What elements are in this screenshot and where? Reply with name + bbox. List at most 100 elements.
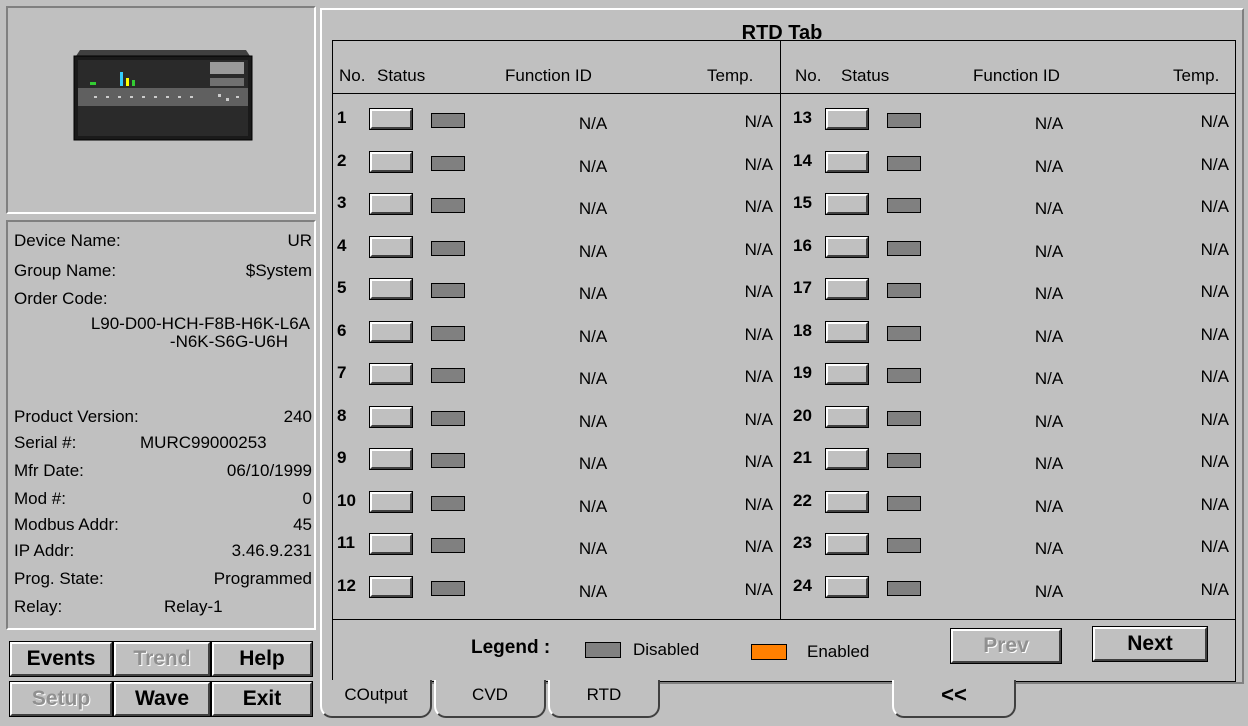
- rtd-status-button[interactable]: [825, 151, 869, 173]
- rtd-status-indicator: [431, 198, 465, 213]
- trend-button[interactable]: Trend: [113, 641, 211, 677]
- wave-button[interactable]: Wave: [113, 681, 211, 717]
- tab-cvd[interactable]: CVD: [434, 680, 546, 718]
- modbus-value: 45: [293, 515, 312, 534]
- rtd-status-indicator: [887, 326, 921, 341]
- rtd-number: 20: [793, 406, 812, 425]
- rtd-status-button[interactable]: [825, 236, 869, 258]
- header-status-left: Status: [377, 66, 426, 85]
- rtd-status-indicator: [887, 453, 921, 468]
- prev-button[interactable]: Prev: [950, 628, 1062, 664]
- rtd-status-indicator: [887, 283, 921, 298]
- rtd-number: 17: [793, 278, 812, 297]
- rtd-status-button[interactable]: [825, 321, 869, 343]
- rtd-status-indicator: [431, 283, 465, 298]
- mfr-date-value: 06/10/1999: [226, 461, 312, 480]
- rtd-row: 22 N/A N/A: [789, 490, 1235, 520]
- legend-disabled-swatch: [585, 642, 621, 658]
- rtd-function-id: N/A: [1034, 242, 1064, 261]
- rtd-row: 1 N/A N/A: [333, 107, 779, 137]
- rtd-function-id: N/A: [578, 454, 608, 473]
- rtd-row: 10 N/A N/A: [333, 490, 779, 520]
- rtd-status-indicator: [887, 113, 921, 128]
- rtd-status-button[interactable]: [369, 491, 413, 513]
- rtd-function-id: N/A: [1034, 284, 1064, 303]
- rtd-temp: N/A: [744, 282, 773, 301]
- rtd-status-button[interactable]: [825, 406, 869, 428]
- relay-row: Relay: Relay-1: [14, 596, 312, 618]
- rtd-function-id: N/A: [578, 284, 608, 303]
- mfr-date-row: Mfr Date: 06/10/1999: [14, 460, 312, 482]
- rtd-row: 14 N/A N/A: [789, 150, 1235, 180]
- rtd-status-button[interactable]: [369, 363, 413, 385]
- exit-button[interactable]: Exit: [211, 681, 313, 717]
- collapse-button[interactable]: <<: [892, 680, 1016, 718]
- rtd-row: 23 N/A N/A: [789, 532, 1235, 562]
- ip-row: IP Addr: 3.46.9.231: [14, 540, 312, 562]
- rtd-status-button[interactable]: [369, 576, 413, 598]
- rtd-status-button[interactable]: [825, 533, 869, 555]
- next-button[interactable]: Next: [1092, 626, 1208, 662]
- rtd-function-id: N/A: [578, 114, 608, 133]
- rtd-function-id: N/A: [1034, 497, 1064, 516]
- tab-coutput[interactable]: COutput: [320, 680, 432, 718]
- tab-rtd[interactable]: RTD: [548, 680, 660, 718]
- rtd-row: 13 N/A N/A: [789, 107, 1235, 137]
- rtd-temp: N/A: [1200, 367, 1229, 386]
- mod-row: Mod #: 0: [14, 488, 312, 510]
- rtd-status-button[interactable]: [825, 363, 869, 385]
- help-button[interactable]: Help: [211, 641, 313, 677]
- rtd-temp: N/A: [744, 155, 773, 174]
- header-no-right: No.: [795, 66, 822, 85]
- order-code-row: Order Code:: [14, 288, 312, 310]
- rtd-rows-left: 1 N/A N/A 2 N/A N/A 3 N/A N/A 4 N/A N/A 5 N/A N/A 6 N/A N…: [333, 107, 779, 617]
- rtd-status-button[interactable]: [369, 236, 413, 258]
- device-name-label: Device Name:: [14, 231, 121, 250]
- rtd-row: 16 N/A N/A: [789, 235, 1235, 265]
- rtd-temp: N/A: [1200, 410, 1229, 429]
- rtd-status-button[interactable]: [369, 406, 413, 428]
- rtd-status-button[interactable]: [825, 278, 869, 300]
- rtd-function-id: N/A: [1034, 539, 1064, 558]
- rtd-status-button[interactable]: [825, 108, 869, 130]
- legend-label: Legend :: [471, 637, 551, 658]
- header-status-right: Status: [841, 66, 890, 85]
- rtd-status-button[interactable]: [825, 448, 869, 470]
- rtd-status-indicator: [887, 411, 921, 426]
- rtd-temp: N/A: [744, 452, 773, 471]
- rtd-function-id: N/A: [578, 242, 608, 261]
- ip-value: 3.46.9.231: [231, 541, 312, 560]
- mod-value: 0: [302, 489, 312, 508]
- relay-label: Relay:: [14, 597, 63, 616]
- rtd-status-button[interactable]: [369, 448, 413, 470]
- rtd-function-id: N/A: [1034, 327, 1064, 346]
- rtd-row: 7 N/A N/A: [333, 362, 779, 392]
- setup-button[interactable]: Setup: [9, 681, 113, 717]
- rtd-status-button[interactable]: [369, 108, 413, 130]
- rtd-status-indicator: [887, 198, 921, 213]
- rtd-status-button[interactable]: [369, 321, 413, 343]
- events-button[interactable]: Events: [9, 641, 113, 677]
- rtd-temp: N/A: [1200, 112, 1229, 131]
- group-name-value: $System: [245, 261, 312, 280]
- rtd-temp: N/A: [744, 495, 773, 514]
- rtd-temp: N/A: [1200, 325, 1229, 344]
- rtd-status-button[interactable]: [369, 193, 413, 215]
- rtd-temp: N/A: [1200, 452, 1229, 471]
- rtd-table-frame: No. Status Function ID Temp. No. Status …: [332, 40, 1236, 682]
- mod-label: Mod #:: [14, 489, 66, 508]
- rtd-status-button[interactable]: [825, 193, 869, 215]
- rtd-status-button[interactable]: [825, 491, 869, 513]
- header-function-id-left: Function ID: [505, 66, 592, 85]
- rtd-number: 6: [337, 321, 347, 340]
- relay-device-image: [73, 50, 253, 141]
- rtd-status-button[interactable]: [369, 151, 413, 173]
- rtd-row: 21 N/A N/A: [789, 447, 1235, 477]
- rtd-rows-right: 13 N/A N/A 14 N/A N/A 15 N/A N/A 16 N/A N/A 17 N/A N/A…: [789, 107, 1235, 617]
- order-code-label: Order Code:: [14, 289, 108, 308]
- rtd-status-button[interactable]: [369, 278, 413, 300]
- rtd-status-button[interactable]: [369, 533, 413, 555]
- rtd-status-button[interactable]: [825, 576, 869, 598]
- rtd-function-id: N/A: [1034, 582, 1064, 601]
- rtd-temp: N/A: [744, 325, 773, 344]
